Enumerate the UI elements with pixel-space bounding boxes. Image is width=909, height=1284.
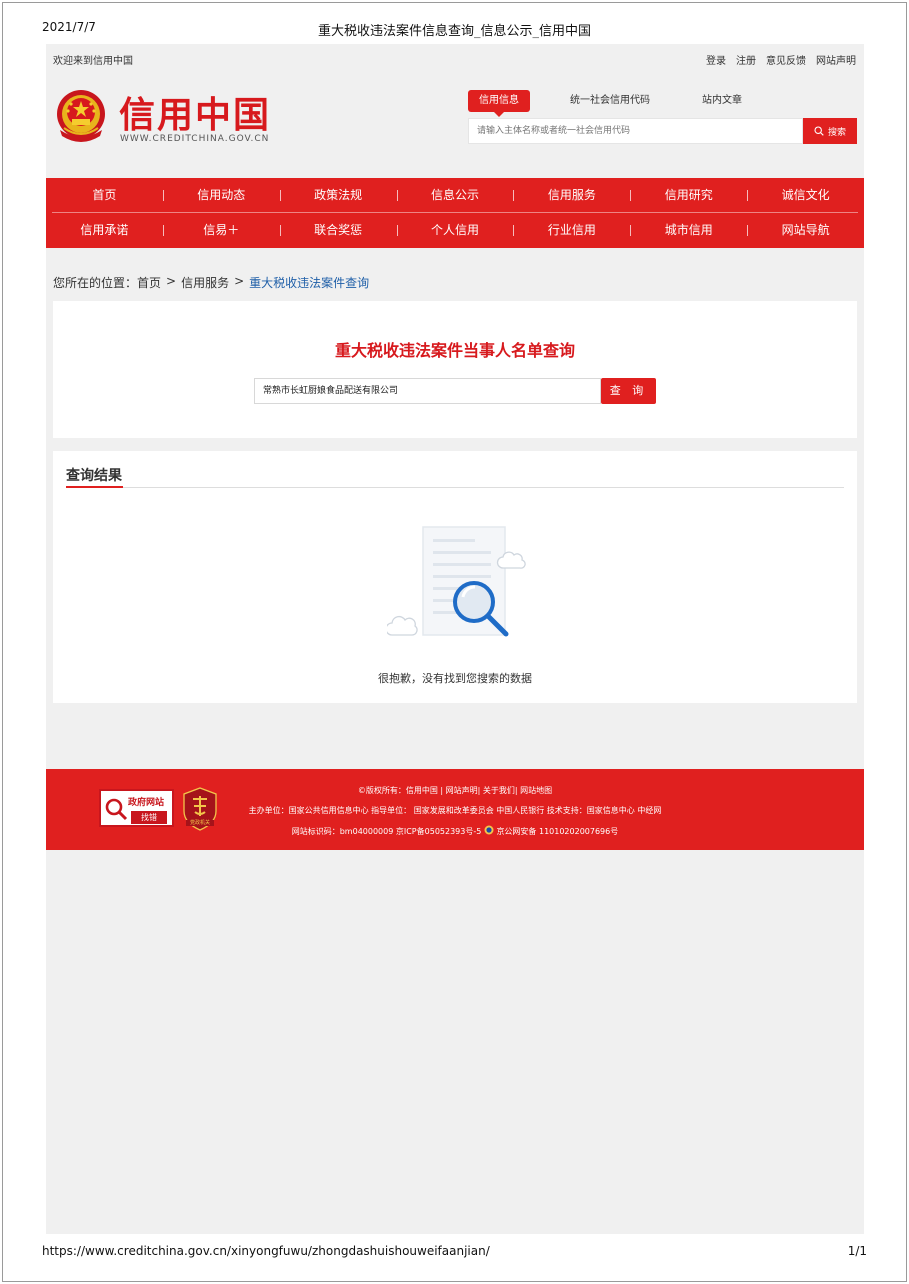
breadcrumb-sep: > — [166, 274, 177, 288]
logo-title[interactable]: 信用中国 — [119, 86, 271, 138]
nav-item-integrity-culture[interactable]: 诚信文化 — [747, 178, 864, 212]
national-emblem-icon — [57, 90, 105, 142]
search-button[interactable]: 搜索 — [803, 118, 857, 144]
nav-item-joint-rewards[interactable]: 联合奖惩 — [279, 213, 397, 247]
feedback-link[interactable]: 意见反馈 — [766, 52, 806, 67]
print-title: 重大税收违法案件信息查询_信息公示_信用中国 — [317, 24, 591, 39]
search-icon — [814, 126, 824, 136]
welcome-text: 欢迎来到信用中国 — [53, 56, 133, 67]
breadcrumb-current: 重大税收违法案件查询 — [249, 276, 370, 290]
nav-row-2: 信用承诺 信易＋ 联合奖惩 个人信用 行业信用 城市信用 网站导航 — [46, 213, 864, 247]
footer-icp[interactable]: 网站标识码：bm04000009 京ICP备05052393号-5 — [292, 827, 482, 836]
tab-credit-code[interactable]: 统一社会信用代码 — [570, 90, 650, 112]
breadcrumb-prefix: 您所在的位置：首页 — [53, 276, 162, 290]
nav-item-credit-research[interactable]: 信用研究 — [630, 178, 747, 212]
nav-item-info-disclosure[interactable]: 信息公示 — [396, 178, 514, 212]
footer-organizers: 主办单位：国家公共信用信息中心 指导单位： 国家发展和改革委员会 中国人民银行 … — [248, 806, 662, 815]
main-nav: 首页 信用动态 政策法规 信息公示 信用服务 信用研究 诚信文化 信用承诺 信易… — [46, 178, 864, 248]
print-page-number: 1/1 — [847, 1244, 867, 1258]
breadcrumb: 您所在的位置：首页 > 信用服务 > 重大税收违法案件查询 — [53, 274, 369, 291]
nav-item-credit-news[interactable]: 信用动态 — [162, 178, 280, 212]
footer: 政府网站 找错 党政机关 ©版权所有：信用中国 | 网站声明| 关于我们| 网站… — [46, 769, 864, 850]
result-card: 查询结果 很抱歉，没有找到您搜索的数据 — [53, 451, 857, 703]
nav-item-industry-credit[interactable]: 行业信用 — [513, 213, 630, 247]
nav-item-city-credit[interactable]: 城市信用 — [630, 213, 747, 247]
nav-item-site-nav[interactable]: 网站导航 — [747, 213, 864, 247]
print-header: 2021/7/7 重大税收违法案件信息查询_信息公示_信用中国 — [0, 0, 909, 44]
nav-item-home[interactable]: 首页 — [46, 178, 163, 212]
search-input[interactable] — [469, 119, 802, 143]
query-button[interactable]: 查 询 — [601, 378, 656, 404]
tab-site-articles[interactable]: 站内文章 — [702, 90, 742, 112]
query-title: 重大税收违法案件当事人名单查询 — [334, 341, 575, 360]
breadcrumb-home[interactable]: 首页 — [137, 276, 161, 290]
footer-police-record[interactable]: 京公网安备 11010202007696号 — [496, 827, 618, 836]
tab-credit-info[interactable]: 信用信息 — [468, 90, 530, 117]
login-link[interactable]: 登录 — [706, 52, 726, 67]
breadcrumb-section[interactable]: 信用服务 — [181, 274, 229, 291]
topbar: 欢迎来到信用中国 登录 注册 意见反馈 网站声明 — [46, 44, 864, 72]
result-divider — [66, 487, 844, 488]
result-divider-accent — [66, 486, 123, 488]
company-name-input[interactable]: 常熟市长虹厨娘食品配送有限公司 — [254, 378, 601, 404]
result-title: 查询结果 — [66, 468, 122, 484]
empty-message: 很抱歉，没有找到您搜索的数据 — [378, 672, 532, 685]
top-links: 登录 注册 意见反馈 网站声明 — [706, 52, 856, 67]
page: 欢迎来到信用中国 登录 注册 意见反馈 网站声明 信用中国 WWW.CREDIT… — [46, 44, 864, 1234]
nav-item-credit-service[interactable]: 信用服务 — [513, 178, 630, 212]
footer-registration: 网站标识码：bm04000009 京ICP备05052393号-5 京公网安备 … — [46, 825, 864, 837]
police-badge-icon — [484, 825, 494, 835]
nav-item-policy[interactable]: 政策法规 — [279, 178, 397, 212]
nav-item-xinyi-plus[interactable]: 信易＋ — [162, 213, 280, 247]
print-url: https://www.creditchina.gov.cn/xinyongfu… — [42, 1244, 490, 1258]
query-card: 重大税收违法案件当事人名单查询 常熟市长虹厨娘食品配送有限公司 查 询 — [53, 301, 857, 438]
footer-copyright: ©版权所有：信用中国 | 网站声明| 关于我们| 网站地图 — [357, 786, 553, 795]
logo-url: WWW.CREDITCHINA.GOV.CN — [120, 134, 270, 144]
nav-row-1: 首页 信用动态 政策法规 信息公示 信用服务 信用研究 诚信文化 — [46, 178, 864, 212]
register-link[interactable]: 注册 — [736, 52, 756, 67]
nav-item-personal-credit[interactable]: 个人信用 — [396, 213, 514, 247]
nav-item-credit-pledge[interactable]: 信用承诺 — [46, 213, 163, 247]
breadcrumb-sep: > — [234, 274, 245, 288]
search-box — [468, 118, 803, 144]
header: 信用中国 WWW.CREDITCHINA.GOV.CN 信用信息 统一社会信用代… — [46, 72, 864, 178]
search-button-label: 搜索 — [827, 127, 846, 138]
no-data-illustration-icon — [387, 526, 526, 637]
statement-link[interactable]: 网站声明 — [816, 52, 856, 67]
search-tabs: 信用信息 统一社会信用代码 站内文章 — [468, 90, 858, 117]
